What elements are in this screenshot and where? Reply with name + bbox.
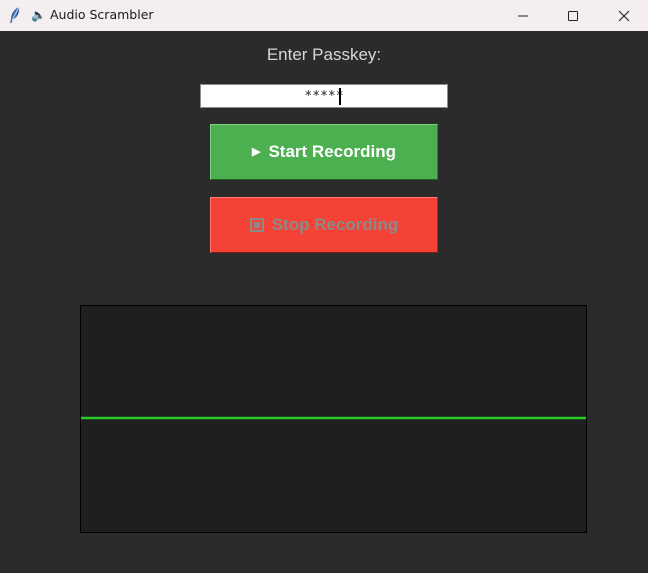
minimize-button[interactable] xyxy=(500,0,546,31)
waveform-canvas xyxy=(80,305,587,533)
stop-icon xyxy=(249,218,264,232)
stop-recording-label: Stop Recording xyxy=(271,215,399,234)
speaker-icon: 🔈 xyxy=(31,8,46,22)
maximize-button[interactable] xyxy=(550,0,596,31)
passkey-label: Enter Passkey: xyxy=(266,45,382,64)
close-button[interactable] xyxy=(601,0,647,31)
stop-recording-button[interactable]: Stop Recording xyxy=(210,197,438,253)
window-title: Audio Scrambler xyxy=(50,7,154,22)
main-panel: Enter Passkey: ▶ Start Recording Stop Re… xyxy=(0,31,648,573)
title-bar: 🔈 Audio Scrambler xyxy=(0,0,648,31)
feather-icon xyxy=(10,6,20,23)
play-icon: ▶ xyxy=(252,145,261,158)
passkey-input[interactable] xyxy=(200,84,448,108)
maximize-icon xyxy=(568,10,578,21)
close-icon xyxy=(618,10,630,21)
minimize-icon xyxy=(518,15,528,16)
text-caret xyxy=(339,88,341,105)
start-recording-button[interactable]: ▶ Start Recording xyxy=(210,124,438,180)
start-recording-label: Start Recording xyxy=(268,142,396,161)
